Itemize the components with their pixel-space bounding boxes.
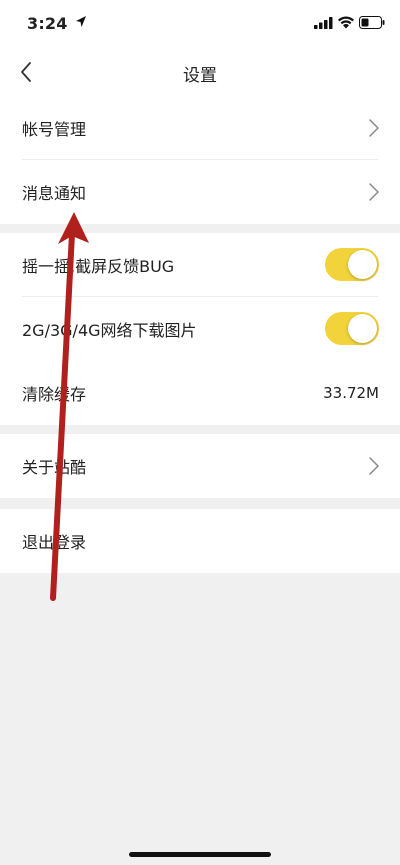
shake-feedback-item: 摇一摇,截屏反馈BUG — [0, 233, 400, 297]
status-time: 3:24 — [27, 14, 68, 33]
preferences-section: 摇一摇,截屏反馈BUG 2G/3G/4G网络下载图片 清除缓存 33.72M — [0, 233, 400, 425]
wifi-icon — [338, 16, 354, 29]
account-section: 帐号管理 消息通知 — [0, 96, 400, 224]
logout-item[interactable]: 退出登录 — [0, 509, 400, 573]
signal-icon — [314, 17, 333, 29]
location-arrow-icon — [76, 16, 86, 27]
account-management-item[interactable]: 帐号管理 — [0, 96, 400, 160]
nav-bar: 设置 — [0, 48, 400, 97]
chevron-right-icon — [369, 119, 379, 137]
logout-section: 退出登录 — [0, 509, 400, 573]
clear-cache-label: 清除缓存 — [22, 385, 87, 404]
network-image-download-toggle[interactable] — [325, 312, 379, 345]
cache-size-value: 33.72M — [323, 384, 379, 402]
chevron-right-icon — [369, 457, 379, 475]
message-notification-label: 消息通知 — [22, 184, 87, 203]
network-image-download-label: 2G/3G/4G网络下载图片 — [22, 321, 197, 340]
account-management-label: 帐号管理 — [22, 120, 87, 139]
about-item[interactable]: 关于站酷 — [0, 434, 400, 498]
page-title: 设置 — [183, 66, 217, 86]
toggle-knob — [348, 314, 377, 343]
toggle-knob — [348, 250, 377, 279]
network-image-download-item: 2G/3G/4G网络下载图片 — [0, 297, 400, 361]
message-notification-item[interactable]: 消息通知 — [0, 160, 400, 224]
shake-feedback-label: 摇一摇,截屏反馈BUG — [22, 257, 175, 276]
chevron-right-icon — [369, 183, 379, 201]
status-bar: 3:24 — [0, 0, 400, 48]
shake-feedback-toggle[interactable] — [325, 248, 379, 281]
logout-label: 退出登录 — [22, 533, 87, 552]
about-label: 关于站酷 — [22, 458, 87, 477]
home-indicator — [129, 852, 271, 857]
about-section: 关于站酷 — [0, 434, 400, 498]
clear-cache-item[interactable]: 清除缓存 33.72M — [0, 361, 400, 425]
battery-icon — [359, 16, 385, 29]
